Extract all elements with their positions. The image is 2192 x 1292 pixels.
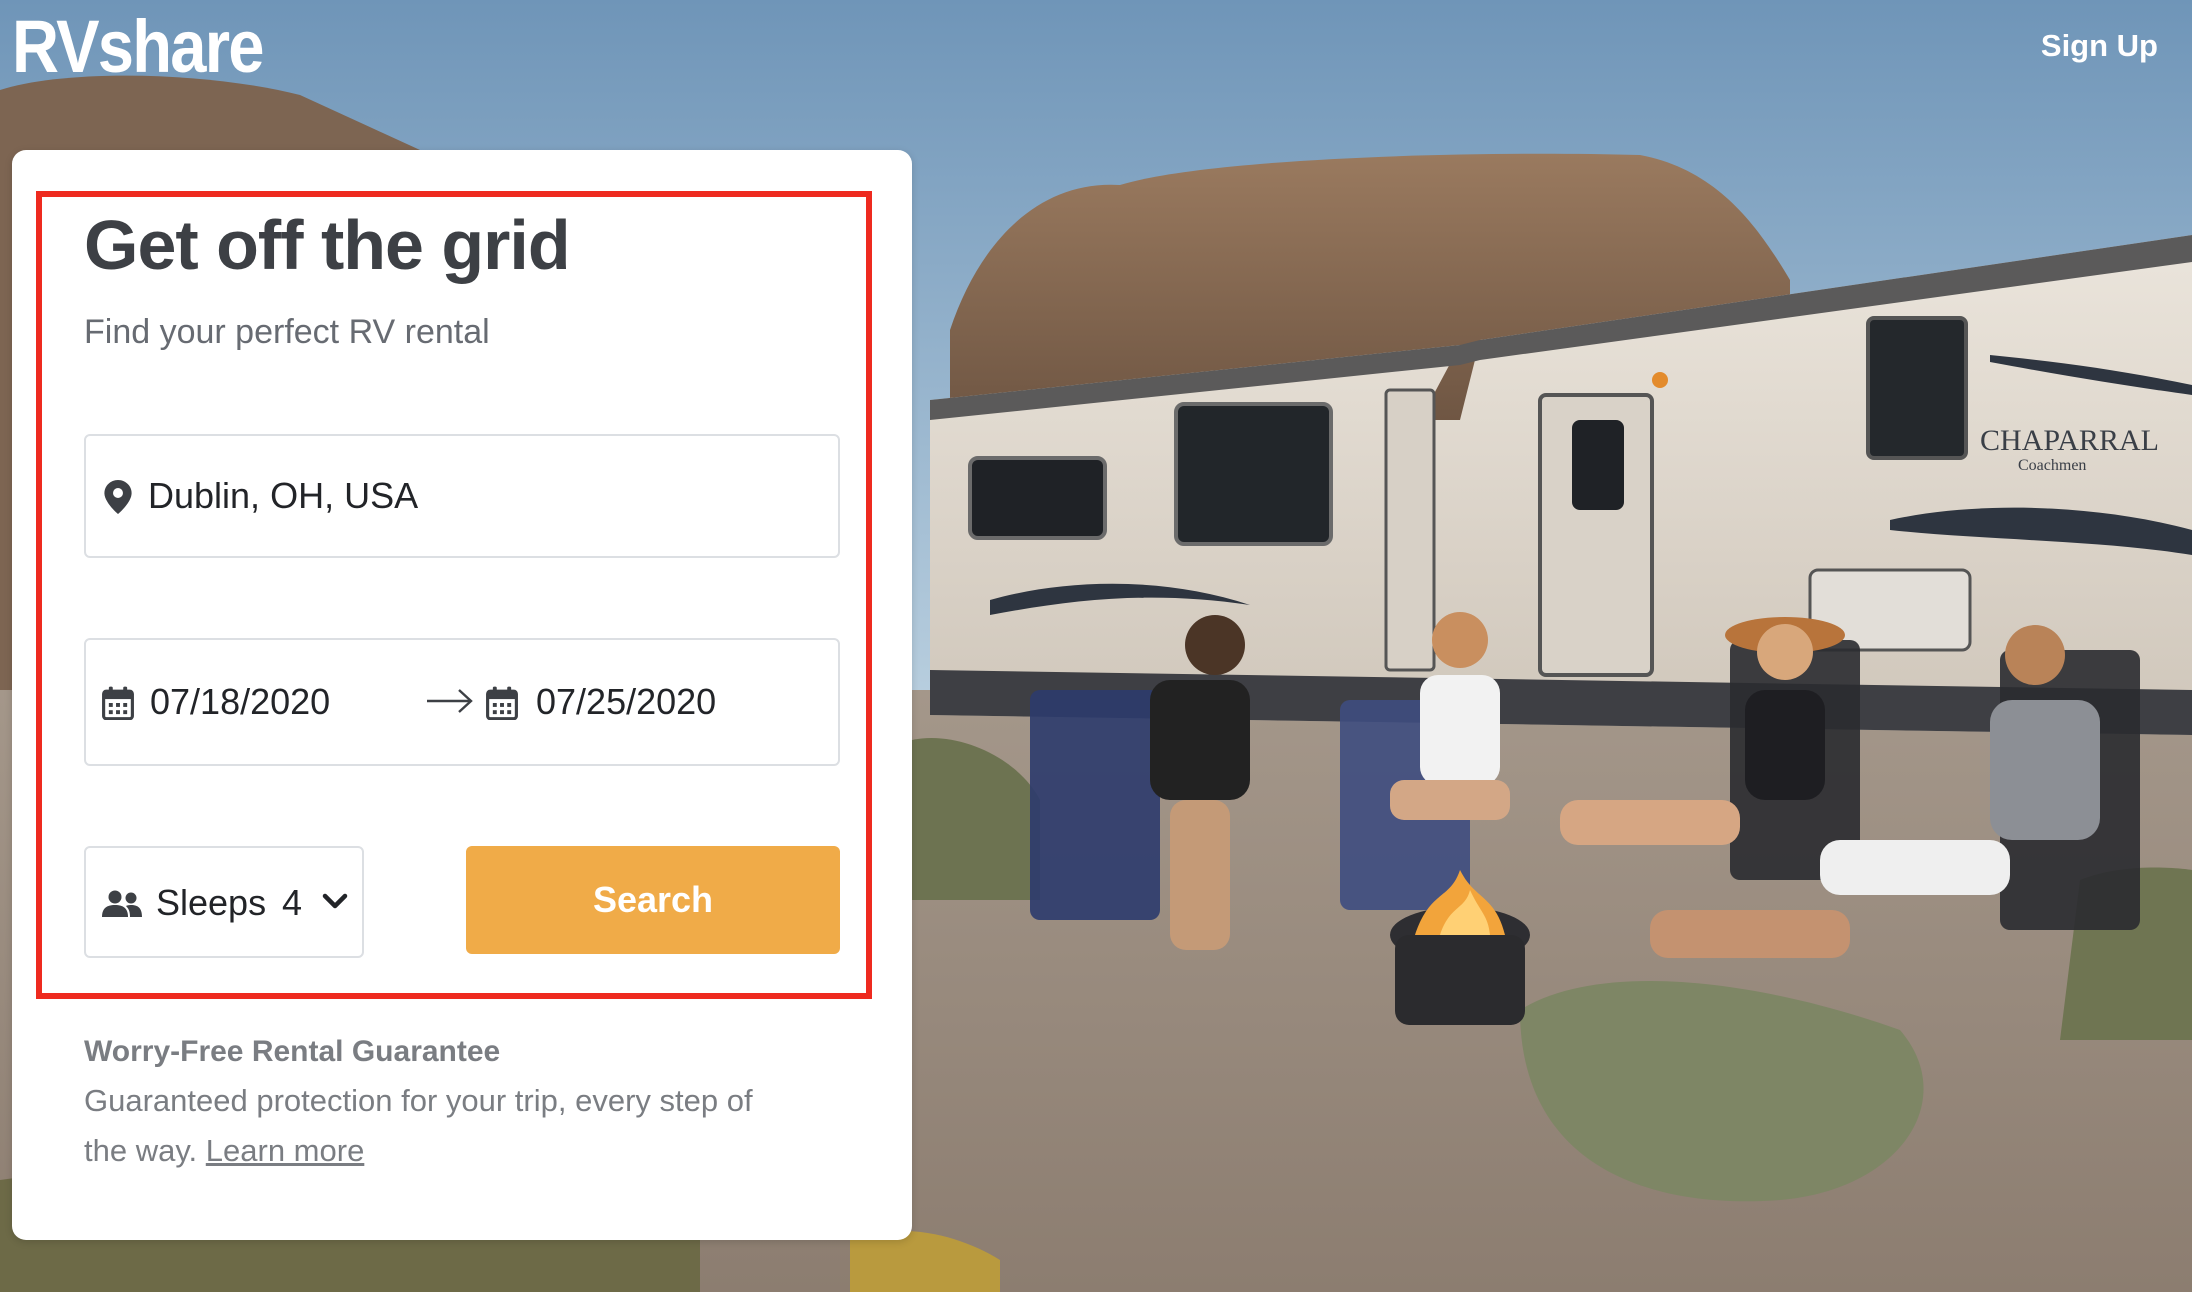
people-icon [102, 890, 142, 917]
chevron-down-icon [322, 893, 348, 909]
map-pin-icon [104, 480, 132, 514]
start-date-calendar-icon [102, 686, 134, 720]
svg-text:CHAPARRAL: CHAPARRAL [1980, 424, 2159, 457]
guarantee-description: Guaranteed protection for your trip, eve… [84, 1076, 804, 1176]
rvshare-logo[interactable]: RVshare [12, 2, 265, 92]
page: CHAPARRAL Coachmen RVshare Sign Up Get o… [0, 0, 2192, 1292]
svg-text:Coachmen: Coachmen [2018, 457, 2086, 474]
start-date[interactable]: 07/18/2020 [150, 678, 330, 726]
sleeps-label: Sleeps [156, 882, 267, 923]
end-date[interactable]: 07/25/2020 [536, 678, 716, 726]
page-title: Get off the grid [84, 206, 571, 284]
sleeps-value: 4 [282, 882, 303, 923]
guarantee-title: Worry-Free Rental Guarantee [84, 1035, 501, 1068]
search-button[interactable]: Search [466, 846, 840, 954]
page-subtitle: Find your perfect RV rental [84, 313, 490, 351]
end-date-calendar-icon [486, 686, 518, 720]
date-range-field[interactable]: 07/18/2020 07/25/2020 [84, 638, 840, 766]
location-input[interactable] [148, 436, 818, 556]
arrow-right-icon [427, 689, 473, 713]
sleeps-select[interactable]: Sleeps 4 [84, 846, 364, 958]
location-field[interactable] [84, 434, 840, 558]
guarantee-text: Guaranteed protection for your trip, eve… [84, 1083, 753, 1168]
sign-up-link[interactable]: Sign Up [2041, 28, 2158, 64]
learn-more-link[interactable]: Learn more [206, 1133, 365, 1168]
